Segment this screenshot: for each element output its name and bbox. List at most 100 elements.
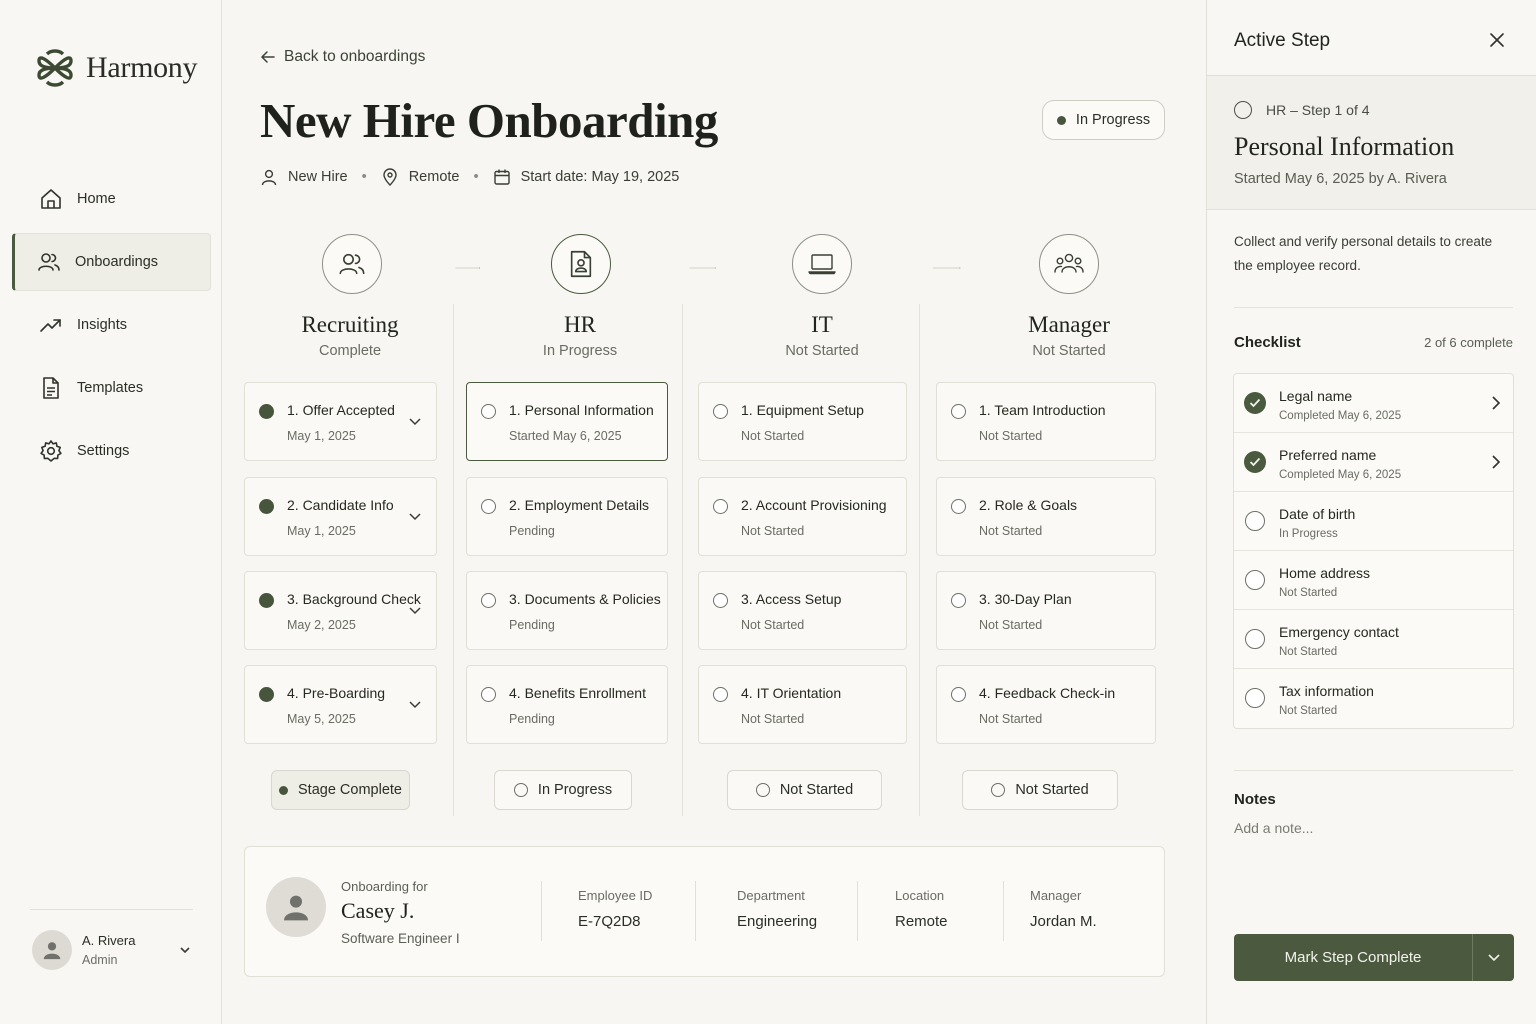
stage-recruiting-icon[interactable] [322, 234, 382, 294]
user-role: Admin [82, 953, 118, 967]
user-menu[interactable]: A. Rivera Admin [32, 930, 192, 970]
task-status: Not Started [979, 618, 1043, 632]
sidebar-item-templates[interactable]: Templates [12, 359, 211, 417]
task-title: 2. Account Provisioning [741, 497, 887, 513]
task-equipment-setup[interactable]: 1. Equipment Setup Not Started [698, 382, 907, 461]
sidebar-item-label: Insights [77, 317, 127, 333]
chevron-down-icon[interactable] [408, 512, 422, 522]
task-documents-policies[interactable]: 3. Documents & Policies Pending [466, 571, 668, 650]
checklist-item-label: Emergency contact [1279, 624, 1399, 640]
stage-hr-icon[interactable] [551, 234, 611, 294]
sidebar-item-settings[interactable]: Settings [12, 422, 211, 480]
task-personal-information[interactable]: 1. Personal Information Started May 6, 2… [466, 382, 668, 461]
task-status-icon [951, 499, 966, 514]
task-background-check[interactable]: 3. Background Check May 2, 2025 [244, 571, 437, 650]
task-status: Not Started [741, 712, 805, 726]
task-benefits-enrollment[interactable]: 4. Benefits Enrollment Pending [466, 665, 668, 744]
checklist-item-status: Not Started [1279, 646, 1338, 658]
checklist-item-date-of-birth[interactable]: Date of birth In Progress [1234, 492, 1513, 551]
checklist-item-preferred-name[interactable]: Preferred name Completed May 6, 2025 [1234, 433, 1513, 492]
task-status-icon [713, 687, 728, 702]
checklist-item-status: In Progress [1279, 528, 1338, 540]
chevron-down-icon[interactable] [1472, 934, 1514, 981]
stage-not-started-button[interactable]: Not Started [962, 770, 1118, 810]
task-status: Started May 6, 2025 [509, 429, 622, 443]
brand[interactable]: Harmony [36, 48, 198, 88]
checklist-item-legal-name[interactable]: Legal name Completed May 6, 2025 [1234, 374, 1513, 433]
mark-step-complete-label: Mark Step Complete [1284, 949, 1422, 966]
task-team-introduction[interactable]: 1. Team Introduction Not Started [936, 382, 1156, 461]
task-role-goals[interactable]: 2. Role & Goals Not Started [936, 477, 1156, 556]
checklist-item-emergency-contact[interactable]: Emergency contact Not Started [1234, 610, 1513, 669]
step-meta: Started May 6, 2025 by A. Rivera [1234, 171, 1447, 187]
checklist-item-home-address[interactable]: Home address Not Started [1234, 551, 1513, 610]
sidebar-item-label: Settings [77, 443, 130, 459]
panel-header: Active Step [1207, 0, 1536, 76]
task-title: 3. Documents & Policies [509, 591, 661, 607]
task-status-icon [951, 687, 966, 702]
task-pre-boarding[interactable]: 4. Pre-Boarding May 5, 2025 [244, 665, 437, 744]
field-label: Department [737, 888, 805, 903]
arrow-left-icon [260, 49, 276, 65]
employee-name: Casey J. [341, 898, 415, 923]
stage-complete-button[interactable]: Stage Complete [271, 770, 410, 810]
employee-divider [1003, 881, 1004, 941]
sidebar-item-home[interactable]: Home [12, 170, 211, 228]
task-title: 1. Team Introduction [979, 402, 1106, 418]
task-candidate-info[interactable]: 2. Candidate Info May 1, 2025 [244, 477, 437, 556]
task-account-provisioning[interactable]: 2. Account Provisioning Not Started [698, 477, 907, 556]
stage-divider [682, 304, 683, 816]
status-circle-icon [1245, 688, 1265, 708]
stage-it-icon[interactable] [792, 234, 852, 294]
task-status-icon [713, 499, 728, 514]
stage-board: Recruiting Complete HR In Progress IT No… [244, 234, 1166, 824]
chevron-down-icon[interactable] [408, 417, 422, 427]
task-access-setup[interactable]: 3. Access Setup Not Started [698, 571, 907, 650]
task-feedback-check-in[interactable]: 4. Feedback Check-in Not Started [936, 665, 1156, 744]
field-label: Employee ID [578, 888, 653, 903]
checklist-header: Checklist 2 of 6 complete [1234, 334, 1513, 351]
task-title: 4. Pre-Boarding [287, 685, 386, 701]
stage-not-started-button[interactable]: Not Started [727, 770, 882, 810]
field-label: Manager [1030, 888, 1082, 903]
sidebar-item-insights[interactable]: Insights [12, 296, 211, 354]
back-link[interactable]: Back to onboardings [260, 48, 425, 66]
employee-divider [857, 881, 858, 941]
task-status: Not Started [979, 524, 1043, 538]
stage-name-recruiting: Recruiting [301, 312, 399, 337]
task-complete-icon [259, 499, 274, 514]
checklist-item-tax-information[interactable]: Tax information Not Started [1234, 669, 1513, 728]
chevron-right-icon[interactable] [1491, 395, 1501, 411]
task-30-day-plan[interactable]: 3. 30-Day Plan Not Started [936, 571, 1156, 650]
task-status: Not Started [979, 712, 1043, 726]
task-status-icon [951, 593, 966, 608]
chevron-down-icon[interactable] [408, 700, 422, 710]
task-it-orientation[interactable]: 4. IT Orientation Not Started [698, 665, 907, 744]
task-title: 2. Role & Goals [979, 497, 1078, 513]
stage-in-progress-button[interactable]: In Progress [494, 770, 632, 810]
person-icon [260, 168, 278, 186]
mark-step-complete-button[interactable]: Mark Step Complete [1234, 934, 1514, 981]
stage-manager-icon[interactable] [1039, 234, 1099, 294]
onboarding-meta: New Hire • Remote • Start date: May 19, … [260, 168, 679, 186]
back-link-label: Back to onboardings [284, 48, 426, 65]
checklist-item-label: Preferred name [1279, 447, 1377, 463]
sidebar-item-onboardings[interactable]: Onboardings [12, 233, 211, 291]
task-status-icon [713, 593, 728, 608]
stage-button-label: In Progress [537, 782, 613, 798]
notes-input[interactable] [1234, 820, 1513, 836]
chevron-down-icon[interactable] [408, 606, 422, 616]
stage-name-it: IT [811, 312, 833, 337]
close-icon[interactable] [1488, 31, 1506, 49]
task-date: May 1, 2025 [287, 429, 356, 443]
task-employment-details[interactable]: 2. Employment Details Pending [466, 477, 668, 556]
chevron-down-icon[interactable] [178, 943, 192, 957]
stage-arrow-icon [689, 267, 717, 269]
gear-icon [39, 439, 63, 463]
task-status-icon [951, 404, 966, 419]
stage-divider [453, 304, 454, 816]
task-offer-accepted[interactable]: 1. Offer Accepted May 1, 2025 [244, 382, 437, 461]
user-name: A. Rivera [82, 933, 136, 948]
status-circle-icon [1245, 629, 1265, 649]
chevron-right-icon[interactable] [1491, 454, 1501, 470]
